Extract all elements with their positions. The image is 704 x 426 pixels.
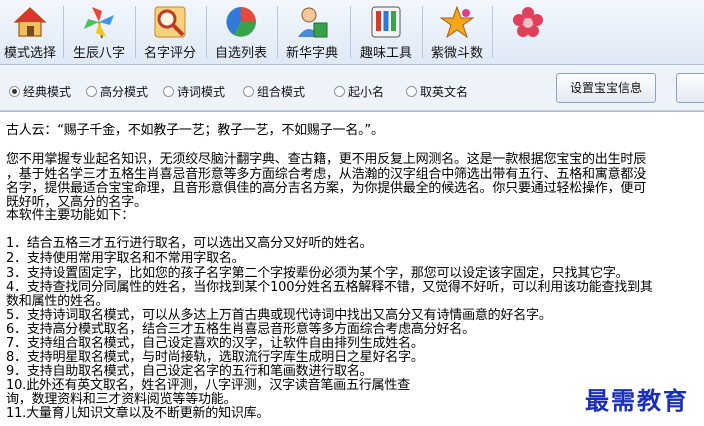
tool-custom-list[interactable]: 自选列表	[209, 2, 273, 62]
toolbox-icon	[371, 6, 401, 38]
tool-name-score[interactable]: 名字评分	[138, 2, 202, 62]
text-line: 名字，提供最适合宝宝命理，且音形意俱佳的高分吉名方案，为你提供最全的候选名。你只…	[6, 181, 647, 196]
text-line: 古人云：“赐子千金，不如教子一艺；教子一艺，不如赐子一名。”。	[6, 123, 384, 138]
tool-ziwei-doushu[interactable]: 紫微斗数	[425, 2, 489, 62]
radio-dot	[86, 86, 97, 97]
tool-birth-bazi[interactable]: 生辰八字	[67, 2, 131, 62]
set-baby-info-button[interactable]: 设置宝宝信息	[556, 73, 656, 103]
text-line: ，基于姓名学三才五格生肖喜忌音形意等多方面综合考虑，从浩瀚的汉字组合中筛选出带有…	[6, 167, 647, 182]
text-line: 7．支持组合取名模式，自己设定喜欢的汉字，让软件自由排列生成姓名。	[6, 336, 424, 351]
radio-label: 高分模式	[100, 85, 149, 99]
text-line: 11.大量育儿知识文章以及不断更新的知识库。	[6, 406, 270, 421]
text-line: 1．结合五格三才五行进行取名，可以选出又高分又好听的姓名。	[6, 236, 373, 251]
radio-label: 起小名	[348, 85, 385, 99]
text-line: 4．支持查找同分同属性的姓名，当你找到某个100分姓名五格解释不错，又觉得不好听…	[6, 280, 653, 295]
radio-label: 取英文名	[420, 85, 469, 99]
radio-dot	[9, 86, 20, 97]
toolbar-divider	[63, 6, 64, 58]
toolbar-divider	[422, 6, 423, 58]
flower-icon	[513, 7, 543, 37]
toolbar-divider	[135, 6, 136, 58]
person-book-icon	[298, 7, 328, 38]
text-line: 2．支持使用常用字取名和不常用字取名。	[6, 251, 245, 266]
mode-radio-english-name[interactable]: 取英文名	[406, 83, 468, 100]
tool-mode-select[interactable]: 模式选择	[0, 2, 60, 62]
text-line: 询，数理资料和三才资料阅览等等功能。	[6, 392, 237, 407]
text-line: 数和属性的姓名。	[6, 294, 109, 309]
tool-label: 名字评分	[143, 46, 196, 61]
text-line: 5．支持诗词取名模式，可以从多达上万首古典或现代诗词中找出又高分又有诗情画意的好…	[6, 308, 552, 323]
toolbar-divider	[277, 6, 278, 58]
main-toolbar: 模式选择 生辰八字 名字评分 自选列表 新华字典 趣味工具 紫微斗数	[0, 0, 704, 65]
mode-radio-high-score[interactable]: 高分模式	[86, 83, 148, 100]
mode-radio-classic[interactable]: 经典模式	[9, 83, 71, 100]
text-line: 您不用掌握专业起名知识，无须绞尽脑汁翻字典、查古籍，更不用反复上网测名。这是一款…	[6, 152, 647, 167]
tool-label: 生辰八字	[72, 46, 125, 61]
tool-label: 紫微斗数	[430, 46, 483, 61]
mode-radio-poetry[interactable]: 诗词模式	[163, 83, 225, 100]
tool-label: 趣味工具	[359, 46, 412, 61]
tool-xinhua-dictionary[interactable]: 新华字典	[280, 2, 344, 62]
text-line: 8．支持明星取名模式，与时尚接轨，选取流行字库生成明日之星好名字。	[6, 350, 424, 365]
intro-text-area[interactable]: 古人云：“赐子千金，不如教子一艺；教子一艺，不如赐子一名。”。 您不用掌握专业起…	[0, 111, 704, 426]
house-icon	[13, 7, 47, 37]
text-line: 6．支持高分模式取名，结合三才五格生肖喜忌音形意等多方面综合考虑高分好名。	[6, 322, 475, 337]
mode-radio-nickname[interactable]: 起小名	[334, 83, 384, 100]
watermark-text: 最需教育	[585, 386, 689, 415]
extra-button[interactable]	[676, 73, 704, 103]
star-icon	[440, 5, 474, 39]
radio-dot	[163, 86, 174, 97]
tool-label: 模式选择	[3, 46, 56, 61]
naming-mode-bar: 经典模式 高分模式 诗词模式 组合模式 起小名 取英文名 设置宝宝信息	[0, 65, 704, 111]
toolbar-divider	[206, 6, 207, 58]
text-line: 9．支持自助取名模式，自己设定名字的五行和笔画数进行取名。	[6, 364, 373, 379]
text-line: 3．支持设置固定字，比如您的孩子名字第二个字按辈份必须为某个字，那您可以设定该字…	[6, 266, 629, 281]
text-line: 10.此外还有英文取名，姓名评测，八字评测，汉字读音笔画五行属性查	[6, 378, 411, 393]
pinwheel-icon	[84, 7, 114, 39]
tool-label: 自选列表	[214, 46, 267, 61]
tool-label: 新华字典	[285, 46, 338, 61]
radio-dot	[334, 86, 345, 97]
tool-extra[interactable]	[496, 2, 560, 62]
text-line: 本软件主要功能如下：	[6, 208, 135, 223]
radio-label: 诗词模式	[177, 85, 226, 99]
toolbar-divider	[492, 6, 493, 58]
radio-dot	[406, 86, 417, 97]
radio-label: 组合模式	[257, 85, 306, 99]
toolbar-divider	[350, 6, 351, 58]
radio-dot	[243, 86, 254, 97]
tool-fun-tools[interactable]: 趣味工具	[354, 2, 418, 62]
mode-radio-combination[interactable]: 组合模式	[243, 83, 305, 100]
pie-chart-icon	[226, 7, 256, 37]
magnifier-icon	[154, 6, 186, 38]
radio-label: 经典模式	[23, 85, 72, 99]
